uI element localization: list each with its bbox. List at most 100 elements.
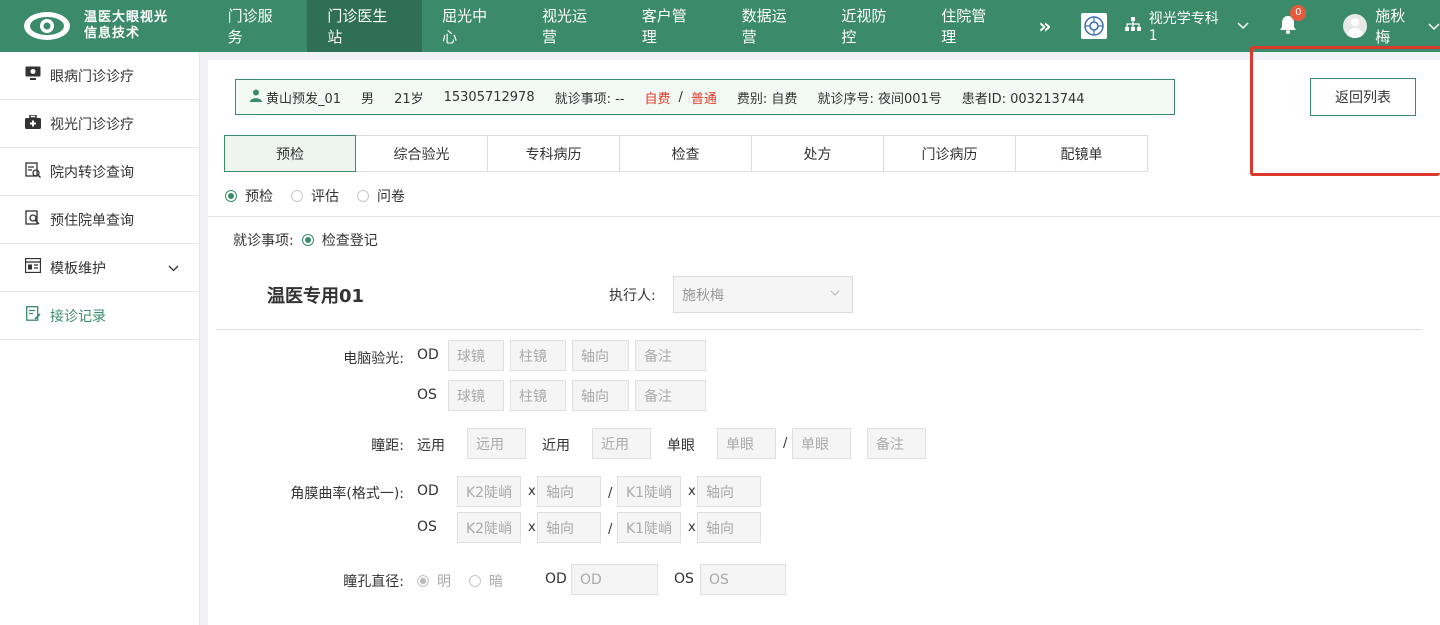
sidebar-item-label: 预住院单查询 (50, 212, 134, 229)
nav-item-outpatient-service[interactable]: 门诊服务 (208, 0, 308, 52)
nav-item-data-ops[interactable]: 数据运营 (722, 0, 822, 52)
sidebar-item-visit-record[interactable]: 接诊记录 (0, 292, 199, 340)
radio-precheck[interactable]: 预检 (225, 186, 273, 206)
od-note-input[interactable]: 备注 (635, 340, 706, 371)
sidebar-item-pre-admission-query[interactable]: 预住院单查询 (0, 196, 199, 244)
sidebar-item-label: 院内转诊查询 (50, 164, 134, 181)
user-menu[interactable]: 施秋梅 (1343, 5, 1440, 47)
keratometry-label: 角膜曲率(格式一): (290, 486, 404, 502)
os-cylinder-input[interactable]: 柱镜 (510, 380, 566, 411)
refraction-od-label: OD (417, 347, 439, 363)
od-sphere-input[interactable]: 球镜 (448, 340, 504, 371)
od-cylinder-input[interactable]: 柱镜 (510, 340, 566, 371)
radio-unchecked-icon (291, 190, 303, 202)
refraction-os-label: OS (417, 387, 437, 403)
payment-separator: / (678, 89, 683, 105)
nav-item-inpatient-mgmt[interactable]: 住院管理 (921, 0, 1021, 52)
od-k2-input[interactable]: K2陡峭 (457, 476, 521, 507)
department-name: 视光学专科1 (1148, 11, 1219, 44)
tab-glasses-order[interactable]: 配镜单 (1016, 135, 1148, 172)
pd-far-input[interactable]: 远用 (467, 428, 526, 459)
avatar (1343, 14, 1368, 38)
nav-item-doctor-station[interactable]: 门诊医生站 (307, 0, 423, 52)
sidebar-item-optometry-clinic[interactable]: 视光门诊诊疗 (0, 100, 199, 148)
brand-logo[interactable]: 温医大眼视光 信息技术 (0, 0, 208, 52)
sidebar-item-label: 眼病门诊诊疗 (50, 68, 134, 85)
eye-logo-icon (22, 9, 72, 43)
od-k1-input[interactable]: K1陡峭 (617, 476, 681, 507)
os-k2-input[interactable]: K2陡峭 (457, 512, 521, 543)
tab-outpatient-record[interactable]: 门诊病历 (884, 135, 1016, 172)
sidebar-item-template-maintenance[interactable]: 模板维护 (0, 244, 199, 292)
radio-questionnaire[interactable]: 问卷 (357, 186, 405, 206)
pd-near-input[interactable]: 近用 (592, 428, 651, 459)
nav-item-myopia-control[interactable]: 近视防控 (821, 0, 921, 52)
pd-mono-label: 单眼 (667, 438, 695, 454)
radio-unchecked-icon (469, 575, 481, 587)
pd-label: 瞳距: (371, 438, 404, 454)
back-to-list-button[interactable]: 返回列表 (1310, 78, 1416, 116)
os-k1-axis-input[interactable]: 轴向 (697, 512, 761, 543)
pd-near-label: 近用 (542, 438, 570, 454)
tab-precheck[interactable]: 预检 (224, 135, 356, 172)
department-selector[interactable]: 视光学专科1 (1124, 8, 1250, 44)
nav-more-icon[interactable]: » (1021, 0, 1069, 52)
nav-item-customer-mgmt[interactable]: 客户管理 (622, 0, 722, 52)
kera-os-label: OS (417, 519, 437, 535)
pd-slash: / (783, 436, 788, 451)
notification-count-badge: 0 (1290, 4, 1307, 21)
pd-note-input[interactable]: 备注 (867, 428, 926, 459)
os-axis-input[interactable]: 轴向 (572, 380, 629, 411)
os-k1-input[interactable]: K1陡峭 (617, 512, 681, 543)
nav-item-refraction-center[interactable]: 屈光中心 (422, 0, 522, 52)
radio-checked-icon (225, 190, 237, 202)
os-x-symbol-2: x (688, 520, 696, 535)
medkit-icon (24, 113, 42, 133)
executor-label: 执行人: (609, 288, 656, 304)
pupil-os-input[interactable]: OS (700, 564, 786, 595)
notification-bell[interactable]: 0 (1279, 4, 1307, 38)
radio-dark[interactable]: 暗 (469, 571, 503, 591)
visit-item-label: 就诊事项: (233, 233, 294, 249)
pupil-od-input[interactable]: OD (571, 564, 658, 595)
nav-item-optometry-ops[interactable]: 视光运营 (522, 0, 622, 52)
refraction-label: 电脑验光: (343, 351, 404, 367)
tab-examination[interactable]: 检查 (620, 135, 752, 172)
hospital-emblem-icon[interactable] (1080, 13, 1107, 39)
os-k2-axis-input[interactable]: 轴向 (537, 512, 601, 543)
monitor-icon (24, 66, 42, 85)
radio-bright[interactable]: 明 (417, 571, 451, 591)
os-note-input[interactable]: 备注 (635, 380, 706, 411)
sidebar-item-label: 接诊记录 (50, 308, 106, 325)
fee-type: 费别: 自费 (736, 91, 798, 107)
od-k2-axis-input[interactable]: 轴向 (537, 476, 601, 507)
radio-assessment[interactable]: 评估 (291, 186, 339, 206)
od-k1-axis-input[interactable]: 轴向 (697, 476, 761, 507)
precheck-form: 温医专用01 执行人: 施秋梅 电脑验光: OD 球镜 柱镜 轴向 备注 OS … (208, 262, 1440, 625)
pd-mono-left-input[interactable]: 单眼 (792, 428, 851, 459)
sidebar-item-referral-query[interactable]: 院内转诊查询 (0, 148, 199, 196)
tab-bar: 预检 综合验光 专科病历 检查 处方 门诊病历 配镜单 (224, 135, 1148, 172)
pd-far-label: 远用 (417, 438, 445, 454)
nav-menu: 门诊服务 门诊医生站 屈光中心 视光运营 客户管理 数据运营 近视防控 住院管理… (208, 0, 1069, 52)
org-tree-icon (1124, 17, 1141, 35)
pupil-os-label: OS (674, 571, 694, 587)
tab-prescription[interactable]: 处方 (752, 135, 884, 172)
payment-type-1: 自费 (644, 91, 671, 107)
tab-comprehensive-refraction[interactable]: 综合验光 (356, 135, 488, 172)
sub-mode-radio-group: 预检 评估 问卷 (225, 186, 423, 206)
transfer-icon (24, 161, 42, 182)
visit-sequence: 就诊序号: 夜间001号 (817, 91, 942, 107)
os-sphere-input[interactable]: 球镜 (448, 380, 504, 411)
od-x-symbol-2: x (688, 484, 696, 499)
sidebar-item-eye-disease-clinic[interactable]: 眼病门诊诊疗 (0, 52, 199, 100)
user-name: 施秋梅 (1375, 7, 1406, 46)
pd-mono-right-input[interactable]: 单眼 (717, 428, 776, 459)
tab-specialty-record[interactable]: 专科病历 (488, 135, 620, 172)
patient-info-bar: 黄山预发_01 男 21岁 15305712978 就诊事项: -- 自费 / … (235, 79, 1175, 115)
radio-exam-registration[interactable]: 检查登记 (301, 230, 378, 250)
pupil-od-label: OD (545, 571, 567, 587)
od-x-symbol-1: x (528, 484, 536, 499)
executor-select[interactable]: 施秋梅 (673, 276, 853, 313)
od-axis-input[interactable]: 轴向 (572, 340, 629, 371)
